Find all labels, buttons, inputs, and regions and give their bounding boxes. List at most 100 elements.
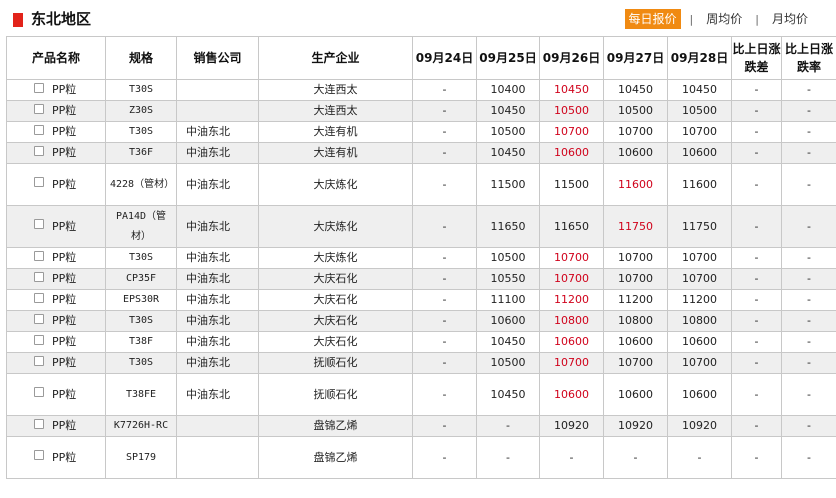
row-checkbox[interactable] — [34, 177, 44, 187]
sales-company-cell: 中油东北 — [176, 352, 259, 374]
product-name: PP粒 — [52, 356, 77, 369]
price-sep27: 10500 — [603, 100, 668, 122]
price-sep24: - — [412, 100, 477, 122]
price-sep26: - — [539, 436, 604, 479]
tab-separator: | — [755, 12, 759, 26]
price-sep24: - — [412, 121, 477, 143]
tab-separator: | — [689, 12, 694, 26]
row-checkbox[interactable] — [34, 356, 44, 366]
row-checkbox[interactable] — [34, 219, 44, 229]
producer-cell: 大连西太 — [258, 100, 413, 122]
col-header-sales-company: 销售公司 — [176, 36, 259, 80]
price-sep27: 10700 — [603, 268, 668, 290]
change-diff: - — [731, 310, 782, 332]
row-checkbox[interactable] — [34, 450, 44, 460]
sales-company-cell — [176, 415, 259, 437]
product-cell: PP粒 — [6, 142, 106, 164]
product-name: PP粒 — [52, 419, 77, 432]
tab-weekly-average[interactable]: 周均价 — [702, 9, 746, 29]
price-sep27: 10600 — [603, 373, 668, 416]
change-rate: - — [781, 373, 836, 416]
table-header-row: 产品名称 规格 销售公司 生产企业 09月24日 09月25日 09月26日 0… — [6, 36, 836, 80]
row-checkbox[interactable] — [34, 272, 44, 282]
price-sep25: 10450 — [476, 373, 540, 416]
row-checkbox[interactable] — [34, 251, 44, 261]
price-sep28: 10700 — [667, 352, 732, 374]
change-rate: - — [781, 289, 836, 311]
spec-cell: T30S — [105, 352, 177, 374]
row-checkbox[interactable] — [34, 104, 44, 114]
row-checkbox[interactable] — [34, 419, 44, 429]
product-cell: PP粒 — [6, 373, 106, 416]
change-diff: - — [731, 100, 782, 122]
table-row: PP粒 K7726H-RC 盘锦乙烯 - -10920 10920 10920- - — [6, 415, 836, 437]
price-sep24: - — [412, 268, 477, 290]
tab-daily-quote[interactable]: 每日报价 — [624, 9, 681, 29]
price-sep26: 10450 — [539, 79, 604, 101]
change-diff: - — [731, 415, 782, 437]
col-header-sep25: 09月25日 — [476, 36, 540, 80]
price-sep26: 10920 — [539, 415, 604, 437]
sales-company-cell: 中油东北 — [176, 373, 259, 416]
sales-company-cell: 中油东北 — [176, 121, 259, 143]
price-sep26: 10600 — [539, 142, 604, 164]
price-sep26: 10500 — [539, 100, 604, 122]
region-title: 东北地区 — [31, 10, 92, 28]
sales-company-cell: 中油东北 — [176, 289, 259, 311]
change-diff: - — [731, 352, 782, 374]
change-diff: - — [731, 331, 782, 353]
price-sep26: 10800 — [539, 310, 604, 332]
price-sep28: 10700 — [667, 247, 732, 269]
price-sep24: - — [412, 289, 477, 311]
product-cell: PP粒 — [6, 205, 106, 248]
tab-monthly-average[interactable]: 月均价 — [768, 9, 812, 29]
price-sep25: 10500 — [476, 121, 540, 143]
producer-cell: 大庆炼化 — [258, 247, 413, 269]
product-name: PP粒 — [52, 125, 77, 138]
price-sep25: 10450 — [476, 331, 540, 353]
table-row: PP粒 T38FE 中油东北 抚顺石化 -10450 10600 10600 10600- - — [6, 373, 836, 416]
product-cell: PP粒 — [6, 268, 106, 290]
price-sep24: - — [412, 142, 477, 164]
col-header-product: 产品名称 — [6, 36, 106, 80]
change-rate: - — [781, 247, 836, 269]
table-row: PP粒 T30S 中油东北 大连有机 -10500 10700 10700 10700- - — [6, 121, 836, 143]
row-checkbox[interactable] — [34, 314, 44, 324]
price-sep28: 10500 — [667, 100, 732, 122]
price-sep25: - — [476, 415, 540, 437]
row-checkbox[interactable] — [34, 83, 44, 93]
product-name: PP粒 — [52, 335, 77, 348]
price-sep27: 10700 — [603, 247, 668, 269]
region-header: 东北地区 每日报价 | 周均价 | 月均价 — [0, 0, 836, 36]
sales-company-cell: 中油东北 — [176, 331, 259, 353]
row-checkbox[interactable] — [34, 293, 44, 303]
producer-cell: 大庆石化 — [258, 289, 413, 311]
row-checkbox[interactable] — [34, 146, 44, 156]
price-sep24: - — [412, 205, 477, 248]
price-sep25: 10600 — [476, 310, 540, 332]
producer-cell: 大连有机 — [258, 121, 413, 143]
col-header-sep24: 09月24日 — [412, 36, 477, 80]
table-row: PP粒 EPS30R 中油东北 大庆石化 -11100 11200 11200 11200- - — [6, 289, 836, 311]
product-name: PP粒 — [52, 293, 77, 306]
price-sep26: 11200 — [539, 289, 604, 311]
product-cell: PP粒 — [6, 415, 106, 437]
product-cell: PP粒 — [6, 436, 106, 479]
row-checkbox[interactable] — [34, 335, 44, 345]
row-checkbox[interactable] — [34, 387, 44, 397]
price-view-tabs: 每日报价 | 周均价 | 月均价 — [624, 9, 812, 29]
change-rate: - — [781, 100, 836, 122]
producer-cell: 大庆炼化 — [258, 205, 413, 248]
change-rate: - — [781, 268, 836, 290]
spec-cell: Z30S — [105, 100, 177, 122]
producer-cell: 大庆石化 — [258, 331, 413, 353]
price-sep26: 10600 — [539, 331, 604, 353]
change-diff: - — [731, 289, 782, 311]
price-sep27: 11600 — [603, 163, 668, 206]
product-name: PP粒 — [52, 314, 77, 327]
price-sep24: - — [412, 352, 477, 374]
table-row: PP粒 PA14D（管材） 中油东北 大庆炼化 -11650 11650 11750 1175… — [6, 205, 836, 248]
row-checkbox[interactable] — [34, 125, 44, 135]
table-row: PP粒 T30S 中油东北 大庆石化 -10600 10800 10800 10800- - — [6, 310, 836, 332]
region-marker-icon — [13, 13, 23, 27]
